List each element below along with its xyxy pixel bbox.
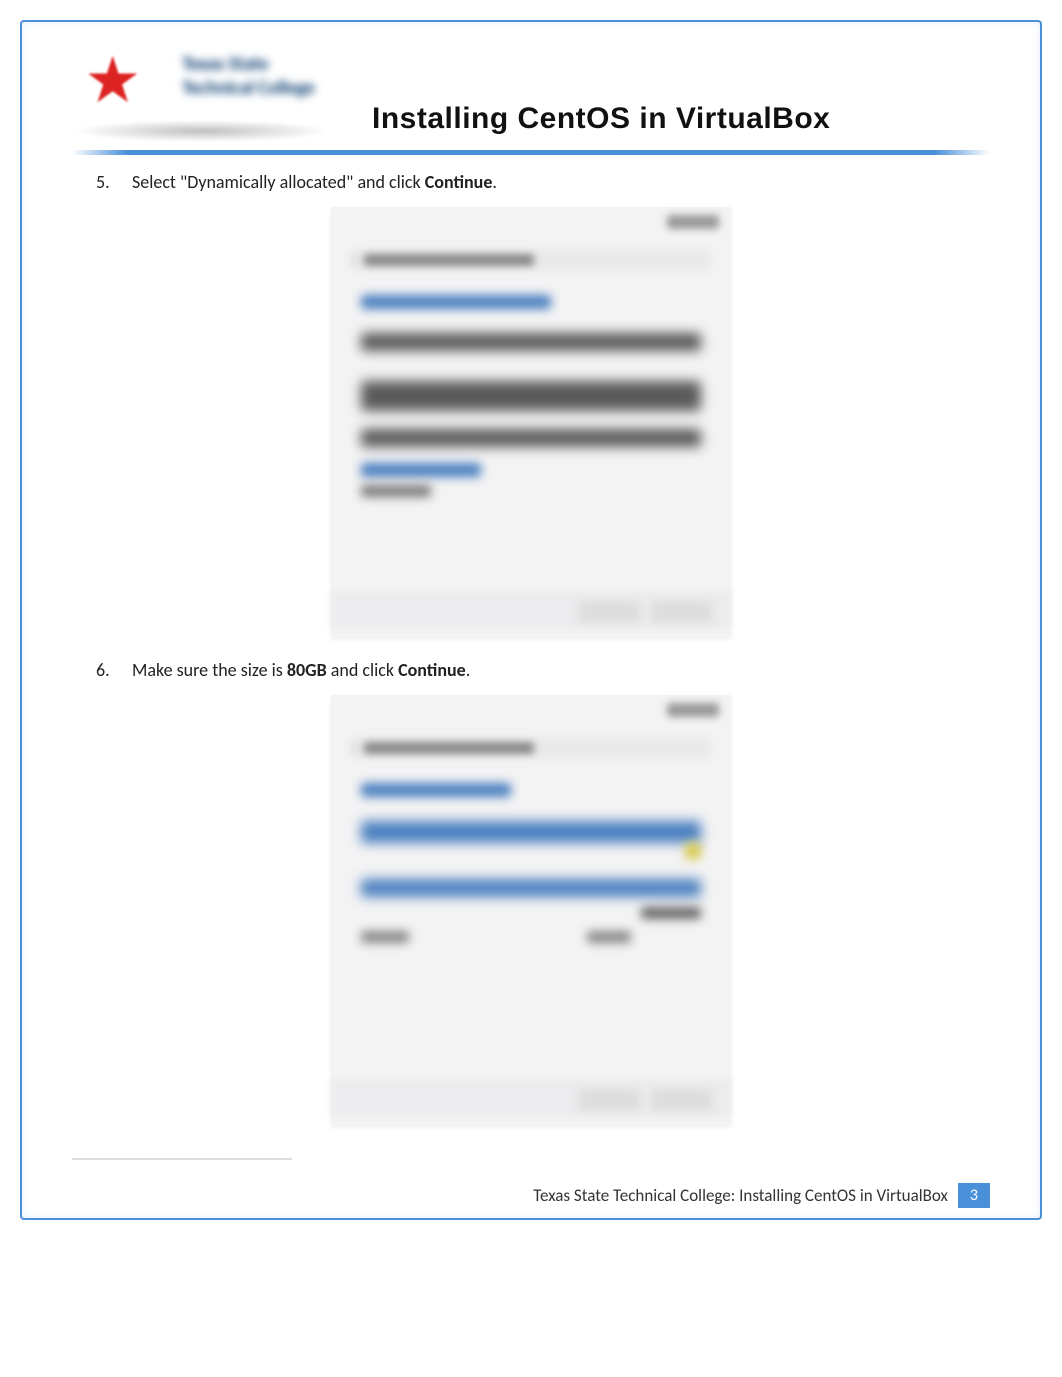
header: ★ Texas State Technical College Installi… — [72, 42, 990, 142]
step-text: Make sure the size is 80GB and click Con… — [132, 659, 470, 681]
tstc-logo: ★ Texas State Technical College — [72, 42, 342, 142]
step-5: 5. Select "Dynamically allocated" and cl… — [72, 171, 990, 193]
screenshot-storage-type: ‹ — [331, 207, 731, 637]
step-6: 6. Make sure the size is 80GB and click … — [72, 659, 990, 681]
screenshot-disk-size: ‹ — [331, 695, 731, 1125]
step-text: Select "Dynamically allocated" and click… — [132, 171, 497, 193]
divider — [72, 150, 990, 155]
page-number-badge: 3 — [958, 1183, 990, 1208]
page-title: Installing CentOS in VirtualBox — [372, 102, 830, 136]
page-footer: Texas State Technical College: Installin… — [533, 1183, 990, 1208]
logo-shadow — [72, 120, 332, 142]
footer-text: Texas State Technical College: Installin… — [533, 1185, 948, 1206]
logo-text: Texas State Technical College — [182, 52, 342, 100]
step-number: 6. — [96, 659, 114, 681]
step-number: 5. — [96, 171, 114, 193]
footer-divider — [72, 1158, 292, 1160]
star-icon: ★ — [84, 42, 141, 120]
page-frame: ★ Texas State Technical College Installi… — [20, 20, 1042, 1220]
